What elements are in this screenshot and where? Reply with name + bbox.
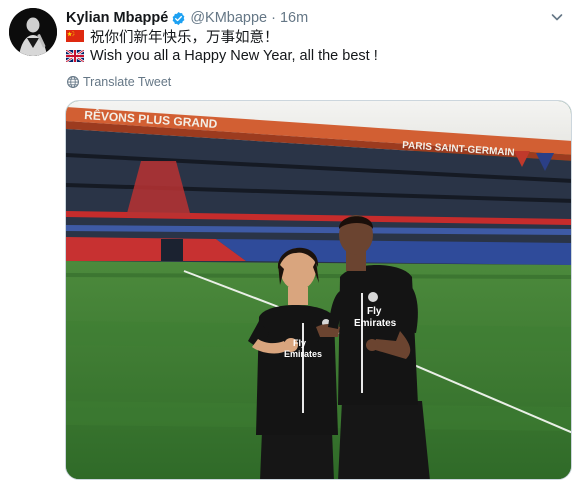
tweet-text-english: Wish you all a Happy New Year, all the b… [90,48,378,64]
tweet-card[interactable]: Kylian Mbappé @KMbappe · 16m 祝你们新年快乐，万事如… [0,0,579,492]
shirt-text-right-line1: Fly [367,306,382,317]
translate-tweet-link[interactable]: Translate Tweet [66,73,171,91]
chevron-down-icon[interactable] [549,9,565,25]
shirt-text-right-line2: Emirates [354,318,397,329]
tweet-photo[interactable]: RÊVONS PLUS GRAND PARIS SAINT-GERMAIN Fl… [65,100,572,480]
shirt-text-left-line2: Emirates [284,349,322,359]
tweet-text-line-chinese: 祝你们新年快乐，万事如意！ [66,26,279,46]
author-handle[interactable]: @KMbappe [190,10,267,26]
tweet-timestamp[interactable]: 16m [280,10,308,26]
tweet-text-chinese: 祝你们新年快乐，万事如意！ [90,29,279,46]
tweet-header: Kylian Mbappé @KMbappe · 16m [66,9,308,27]
verified-badge-icon [171,11,186,26]
translate-tweet-label[interactable]: Translate Tweet [83,75,171,89]
uk-flag-icon [66,50,84,62]
shirt-text-left-line1: Fly [293,338,306,348]
tweet-text-line-english: Wish you all a Happy New Year, all the b… [66,46,378,66]
china-flag-icon [66,30,84,42]
author-name[interactable]: Kylian Mbappé [66,10,168,26]
globe-icon [67,76,79,88]
header-separator: · [271,10,276,26]
author-avatar[interactable] [9,8,57,56]
